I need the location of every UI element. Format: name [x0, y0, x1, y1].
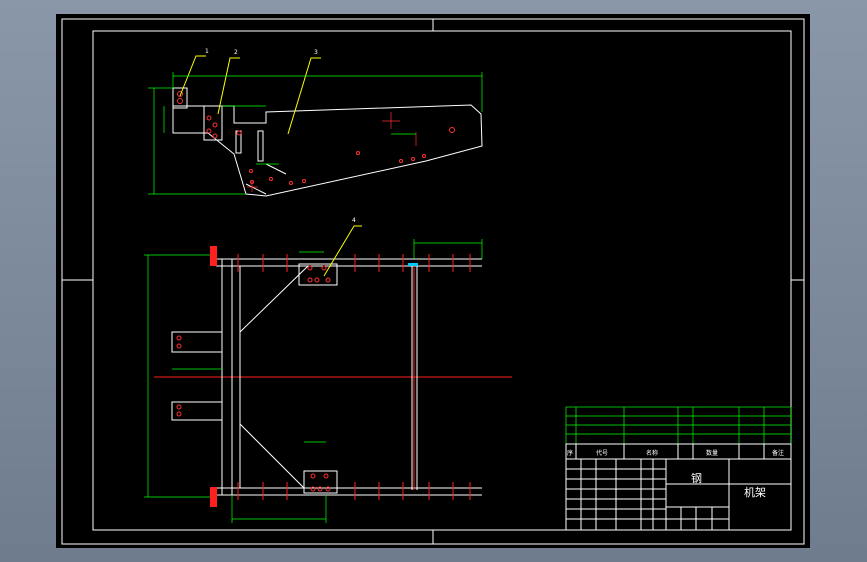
bom-header: 序 代号 名称 数量 备注 [567, 449, 784, 457]
top-view-leaders [179, 55, 321, 135]
bom-header-seq: 序 [567, 449, 573, 457]
top-view-leader-labels: 1 2 3 [205, 48, 318, 56]
engineering-drawing: 1 2 3 4 序 代号 名称 数量 备注 钢 机架 [61, 18, 805, 545]
top-clamp-mark [210, 246, 217, 266]
bottom-rail [216, 487, 482, 496]
left-side-brackets [171, 331, 222, 421]
bom-header-qty: 数量 [706, 449, 718, 457]
svg-text:1: 1 [205, 48, 209, 55]
slot-right [257, 130, 264, 162]
top-rail [216, 258, 482, 267]
bottom-view: 4 [144, 217, 512, 523]
material-label: 钢 [691, 472, 702, 485]
bracket-holes [176, 335, 182, 417]
cad-viewport[interactable]: 1 2 3 4 序 代号 名称 数量 备注 钢 机架 [56, 14, 810, 548]
part-4-leader [323, 225, 362, 277]
junction-accent [408, 263, 418, 266]
bom-table-grid [565, 406, 792, 445]
bottom-clamp-mark [210, 487, 217, 507]
bom-header-name: 名称 [646, 449, 658, 457]
top-view-holes [177, 91, 455, 185]
title-block: 序 代号 名称 数量 备注 钢 机架 [565, 406, 792, 531]
drawing-name-label: 机架 [744, 485, 766, 499]
bottom-plate [303, 470, 338, 494]
bom-header-note: 备注 [772, 449, 784, 457]
top-view: 1 2 3 [148, 48, 483, 197]
bottom-view-dimensions [144, 239, 483, 523]
part-4-label: 4 [352, 217, 356, 224]
bom-header-code: 代号 [596, 449, 608, 457]
svg-text:3: 3 [314, 49, 318, 56]
svg-text:2: 2 [234, 49, 238, 56]
top-plate-holes [307, 265, 331, 283]
